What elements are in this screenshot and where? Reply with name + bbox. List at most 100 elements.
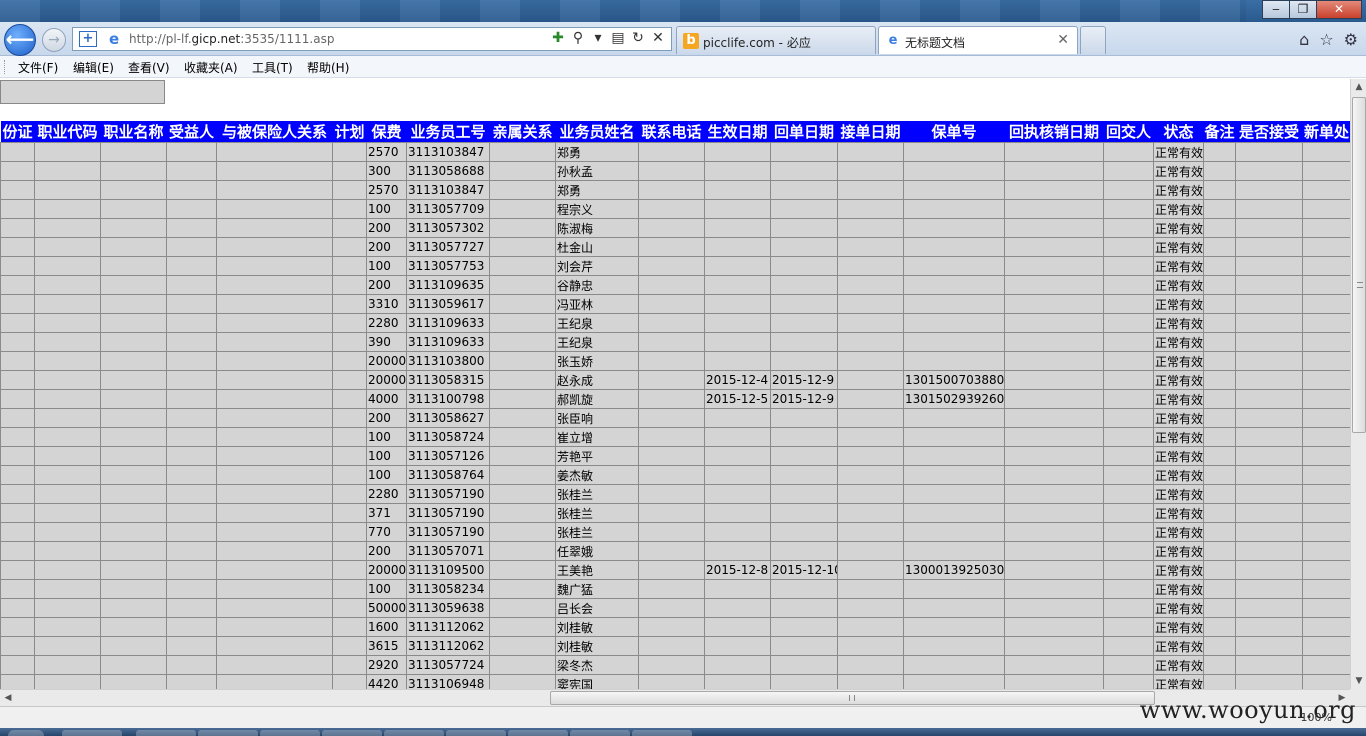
table-cell <box>0 161 35 181</box>
settings-gear-icon[interactable]: ⚙ <box>1344 30 1358 49</box>
table-cell: 3113112062 <box>406 636 490 656</box>
menu-help[interactable]: 帮助(H) <box>307 59 349 76</box>
menu-edit[interactable]: 编辑(E) <box>73 59 114 76</box>
scroll-down-icon[interactable]: ▼ <box>1351 673 1366 689</box>
address-url[interactable]: http://pl-lf.gicp.net:3535/1111.asp <box>129 32 334 46</box>
thumb-grip <box>1357 282 1363 288</box>
zoom-level[interactable]: 100% <box>1301 711 1332 724</box>
home-icon[interactable]: ⌂ <box>1299 30 1309 49</box>
taskbar-item[interactable] <box>570 730 630 736</box>
table-cell: 正常有效 <box>1153 636 1204 656</box>
table-cell <box>1302 180 1350 200</box>
taskbar-item[interactable] <box>62 730 122 736</box>
table-cell <box>1103 636 1154 656</box>
column-header: 回交人 <box>1103 121 1154 143</box>
table-cell <box>166 389 217 409</box>
table-cell <box>1302 655 1350 675</box>
taskbar-item[interactable] <box>136 730 196 736</box>
column-header: 计划 <box>332 121 367 143</box>
taskbar-item[interactable] <box>384 730 444 736</box>
compat-page-icon[interactable]: ▤ <box>611 30 625 46</box>
minimize-button[interactable]: ‒ <box>1262 0 1290 19</box>
scroll-left-icon[interactable]: ◀ <box>0 690 16 707</box>
table-row: 100 3113057753 刘会芹 正常有效 <box>0 256 1350 276</box>
table-cell <box>1103 446 1154 466</box>
maximize-button[interactable]: ❐ <box>1289 0 1317 19</box>
search-icon[interactable]: ⚲ <box>571 30 585 46</box>
close-tab-icon[interactable]: ✕ <box>1057 32 1069 48</box>
table-cell <box>489 579 556 599</box>
taskbar-item[interactable] <box>260 730 320 736</box>
table-cell: 程宗义 <box>555 199 639 219</box>
table-cell: 王纪泉 <box>555 313 639 333</box>
table-cell <box>638 408 705 428</box>
dropdown-icon[interactable]: ▾ <box>591 30 605 46</box>
table-cell <box>34 199 101 219</box>
table-row: 100 3113057709 程宗义 正常有效 <box>0 199 1350 219</box>
table-cell <box>166 465 217 485</box>
menu-file[interactable]: 文件(F) <box>18 59 58 76</box>
taskbar-item[interactable] <box>198 730 258 736</box>
new-tab-button[interactable] <box>1080 26 1106 54</box>
taskbar-item[interactable] <box>446 730 506 736</box>
table-cell: 正常有效 <box>1153 522 1204 542</box>
favorites-star-icon[interactable]: ☆ <box>1319 30 1333 49</box>
back-button[interactable]: ⟵ <box>4 24 36 56</box>
table-cell: 任翠娥 <box>555 541 639 561</box>
refresh-icon[interactable]: ↻ <box>631 30 645 46</box>
table-cell <box>0 275 35 295</box>
table-cell <box>704 332 771 352</box>
table-cell <box>770 218 838 238</box>
table-cell <box>0 579 35 599</box>
tab-untitled-document[interactable]: e 无标题文档 ✕ <box>878 26 1078 54</box>
table-cell <box>332 484 367 504</box>
menu-view[interactable]: 查看(V) <box>128 59 170 76</box>
address-bar[interactable]: + e http://pl-lf.gicp.net:3535/1111.asp … <box>72 27 672 51</box>
table-cell <box>0 370 35 390</box>
taskbar-item[interactable] <box>632 730 692 736</box>
tab-bing[interactable]: b picclife.com - 必应 <box>676 26 876 54</box>
table-cell: 100 <box>366 199 407 219</box>
table-cell <box>34 218 101 238</box>
forward-button[interactable]: → <box>42 28 66 52</box>
table-row: 5000003113059638 吕长会 正常有效 <box>0 598 1350 618</box>
table-cell <box>332 294 367 314</box>
menu-bar: 文件(F) 编辑(E) 查看(V) 收藏夹(A) 工具(T) 帮助(H) <box>0 56 1366 78</box>
table-cell: 100 <box>366 256 407 276</box>
table-cell <box>638 389 705 409</box>
table-cell <box>332 617 367 637</box>
table-cell: 390 <box>366 332 407 352</box>
table-cell: 张桂兰 <box>555 503 639 523</box>
table-cell: 正常有效 <box>1153 579 1204 599</box>
close-window-button[interactable]: ✕ <box>1316 0 1362 19</box>
table-body: 2570 3113103847 郑勇 正常有效 300 3113058688 孙秋孟 正常有效… <box>0 142 1350 689</box>
table-cell: 陈淑梅 <box>555 218 639 238</box>
table-cell <box>332 446 367 466</box>
site-info-icon[interactable]: + <box>79 31 97 47</box>
table-row: 20000 3113103800 张玉娇 正常有效 <box>0 351 1350 371</box>
table-cell: 770 <box>366 522 407 542</box>
table-cell: 正常有效 <box>1153 218 1204 238</box>
horizontal-scroll-thumb[interactable] <box>550 691 1155 705</box>
scroll-up-icon[interactable]: ▲ <box>1351 79 1366 95</box>
menu-favorites[interactable]: 收藏夹(A) <box>184 59 238 76</box>
table-cell <box>638 142 705 162</box>
stop-icon[interactable]: ✕ <box>651 30 665 46</box>
table-cell <box>1203 275 1236 295</box>
table-cell <box>638 199 705 219</box>
taskbar-item[interactable] <box>322 730 382 736</box>
taskbar-item[interactable] <box>508 730 568 736</box>
vertical-scroll-thumb[interactable] <box>1352 97 1366 433</box>
menu-tools[interactable]: 工具(T) <box>252 59 293 76</box>
table-cell: 正常有效 <box>1153 370 1204 390</box>
table-cell: 130001392503028 <box>903 560 1005 580</box>
compatibility-view-icon[interactable]: ✚ <box>551 30 565 46</box>
start-button[interactable] <box>8 730 44 736</box>
table-cell <box>100 294 167 314</box>
table-cell <box>1235 465 1303 485</box>
table-cell <box>704 256 771 276</box>
grey-input-box[interactable] <box>0 80 165 104</box>
vertical-scrollbar[interactable]: ▲ ▼ <box>1350 79 1366 689</box>
table-cell <box>34 256 101 276</box>
table-cell <box>1302 617 1350 637</box>
